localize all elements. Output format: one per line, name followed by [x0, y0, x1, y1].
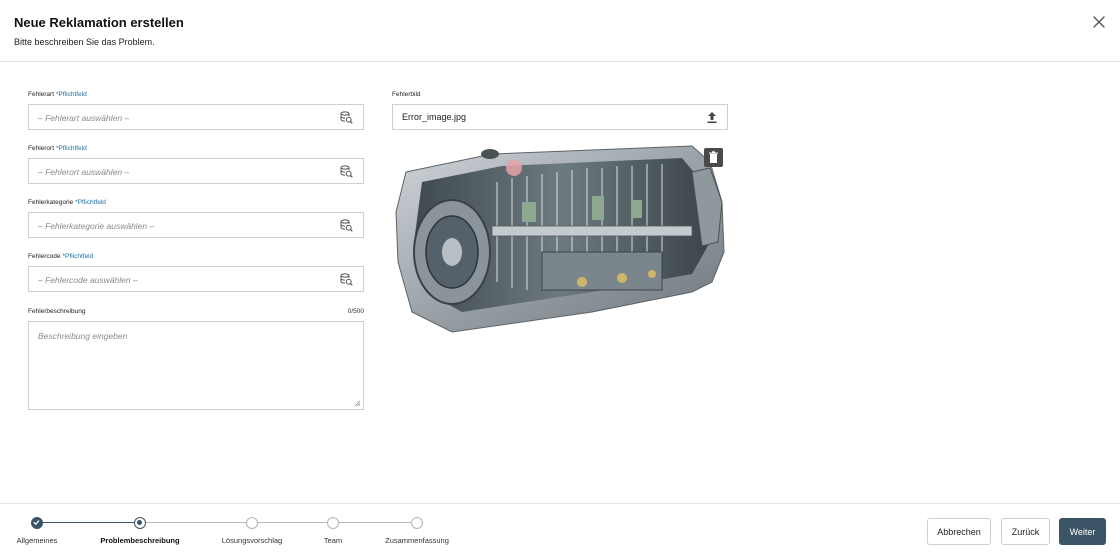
check-icon [33, 520, 40, 526]
dialog-subtitle: Bitte beschreiben Sie das Problem. [14, 37, 155, 47]
upload-icon[interactable] [706, 111, 718, 124]
fehlerort-placeholder: – Fehlerort auswählen – [38, 167, 130, 177]
delete-image-button[interactable] [704, 148, 723, 167]
database-search-icon [340, 273, 353, 286]
fehlerbild-label: Fehlerbild [392, 91, 421, 98]
transmission-image [395, 145, 725, 333]
fehlerart-label-text: Fehlerart [28, 91, 55, 98]
character-counter: 0/500 [347, 308, 364, 315]
dialog-title: Neue Reklamation erstellen [14, 15, 184, 30]
dialog-header: Neue Reklamation erstellen Bitte beschre… [0, 0, 1120, 62]
step-zusammenfassung-label: Zusammenfassung [385, 536, 449, 545]
fehlerkategorie-placeholder: – Fehlerkategorie auswählen – [38, 221, 155, 231]
trash-icon [709, 151, 718, 163]
fehlerart-placeholder: – Fehlerart auswählen – [38, 113, 130, 123]
step-allgemeines-label: Allgemeines [16, 536, 58, 545]
fehlerbeschreibung-textarea[interactable]: Beschreibung eingeben [28, 321, 364, 410]
stepper-connector [43, 522, 134, 523]
step-team-label: Team [323, 536, 343, 545]
step-problembeschreibung-dot[interactable] [134, 517, 146, 529]
fehlerort-label-text: Fehlerort [28, 145, 55, 152]
back-button[interactable]: Zurück [1001, 518, 1050, 545]
fehlerkategorie-select[interactable]: – Fehlerkategorie auswählen – [28, 212, 364, 238]
fehlerort-label: Fehlerort *Pflichtfeld [28, 145, 87, 152]
step-loesungsvorschlag-dot[interactable] [246, 517, 258, 529]
required-marker: *Pflichtfeld [62, 253, 94, 260]
step-zusammenfassung-dot[interactable] [411, 517, 423, 529]
fehlerart-label: Fehlerart *Pflichtfeld [28, 91, 87, 98]
database-search-icon [340, 165, 353, 178]
fehlerbeschreibung-label: Fehlerbeschreibung [28, 308, 86, 315]
next-button[interactable]: Weiter [1059, 518, 1106, 545]
step-allgemeines-dot[interactable] [31, 517, 43, 529]
fehlercode-select[interactable]: – Fehlercode auswählen – [28, 266, 364, 292]
file-name: Error_image.jpg [402, 112, 467, 122]
close-icon[interactable] [1090, 13, 1108, 31]
required-marker: *Pflichtfeld [56, 91, 87, 98]
resize-grip-icon[interactable] [354, 400, 361, 407]
cancel-button[interactable]: Abbrechen [927, 518, 991, 545]
fehlerart-select[interactable]: – Fehlerart auswählen – [28, 104, 364, 130]
fehlerort-select[interactable]: – Fehlerort auswählen – [28, 158, 364, 184]
fehlercode-placeholder: – Fehlercode auswählen – [38, 275, 138, 285]
required-marker: *Pflichtfeld [56, 145, 87, 152]
fehlerkategorie-label-text: Fehlerkategorie [28, 199, 74, 206]
step-problembeschreibung-label: Problembeschreibung [100, 536, 180, 545]
stepper-connector [258, 522, 327, 523]
fehlercode-label-text: Fehlercode [28, 253, 61, 260]
database-search-icon [340, 219, 353, 232]
fehlerkategorie-label: Fehlerkategorie *Pflichtfeld [28, 199, 106, 206]
stepper-connector [146, 522, 246, 523]
database-search-icon [340, 111, 353, 124]
stepper-connector [339, 522, 411, 523]
fehlercode-label: Fehlercode *Pflichtfeld [28, 253, 93, 260]
step-team-dot[interactable] [327, 517, 339, 529]
file-upload-field[interactable]: Error_image.jpg [392, 104, 728, 130]
step-loesungsvorschlag-label: Lösungsvorschlag [221, 536, 283, 545]
required-marker: *Pflichtfeld [75, 199, 106, 206]
fehlerbeschreibung-placeholder: Beschreibung eingeben [38, 331, 128, 341]
